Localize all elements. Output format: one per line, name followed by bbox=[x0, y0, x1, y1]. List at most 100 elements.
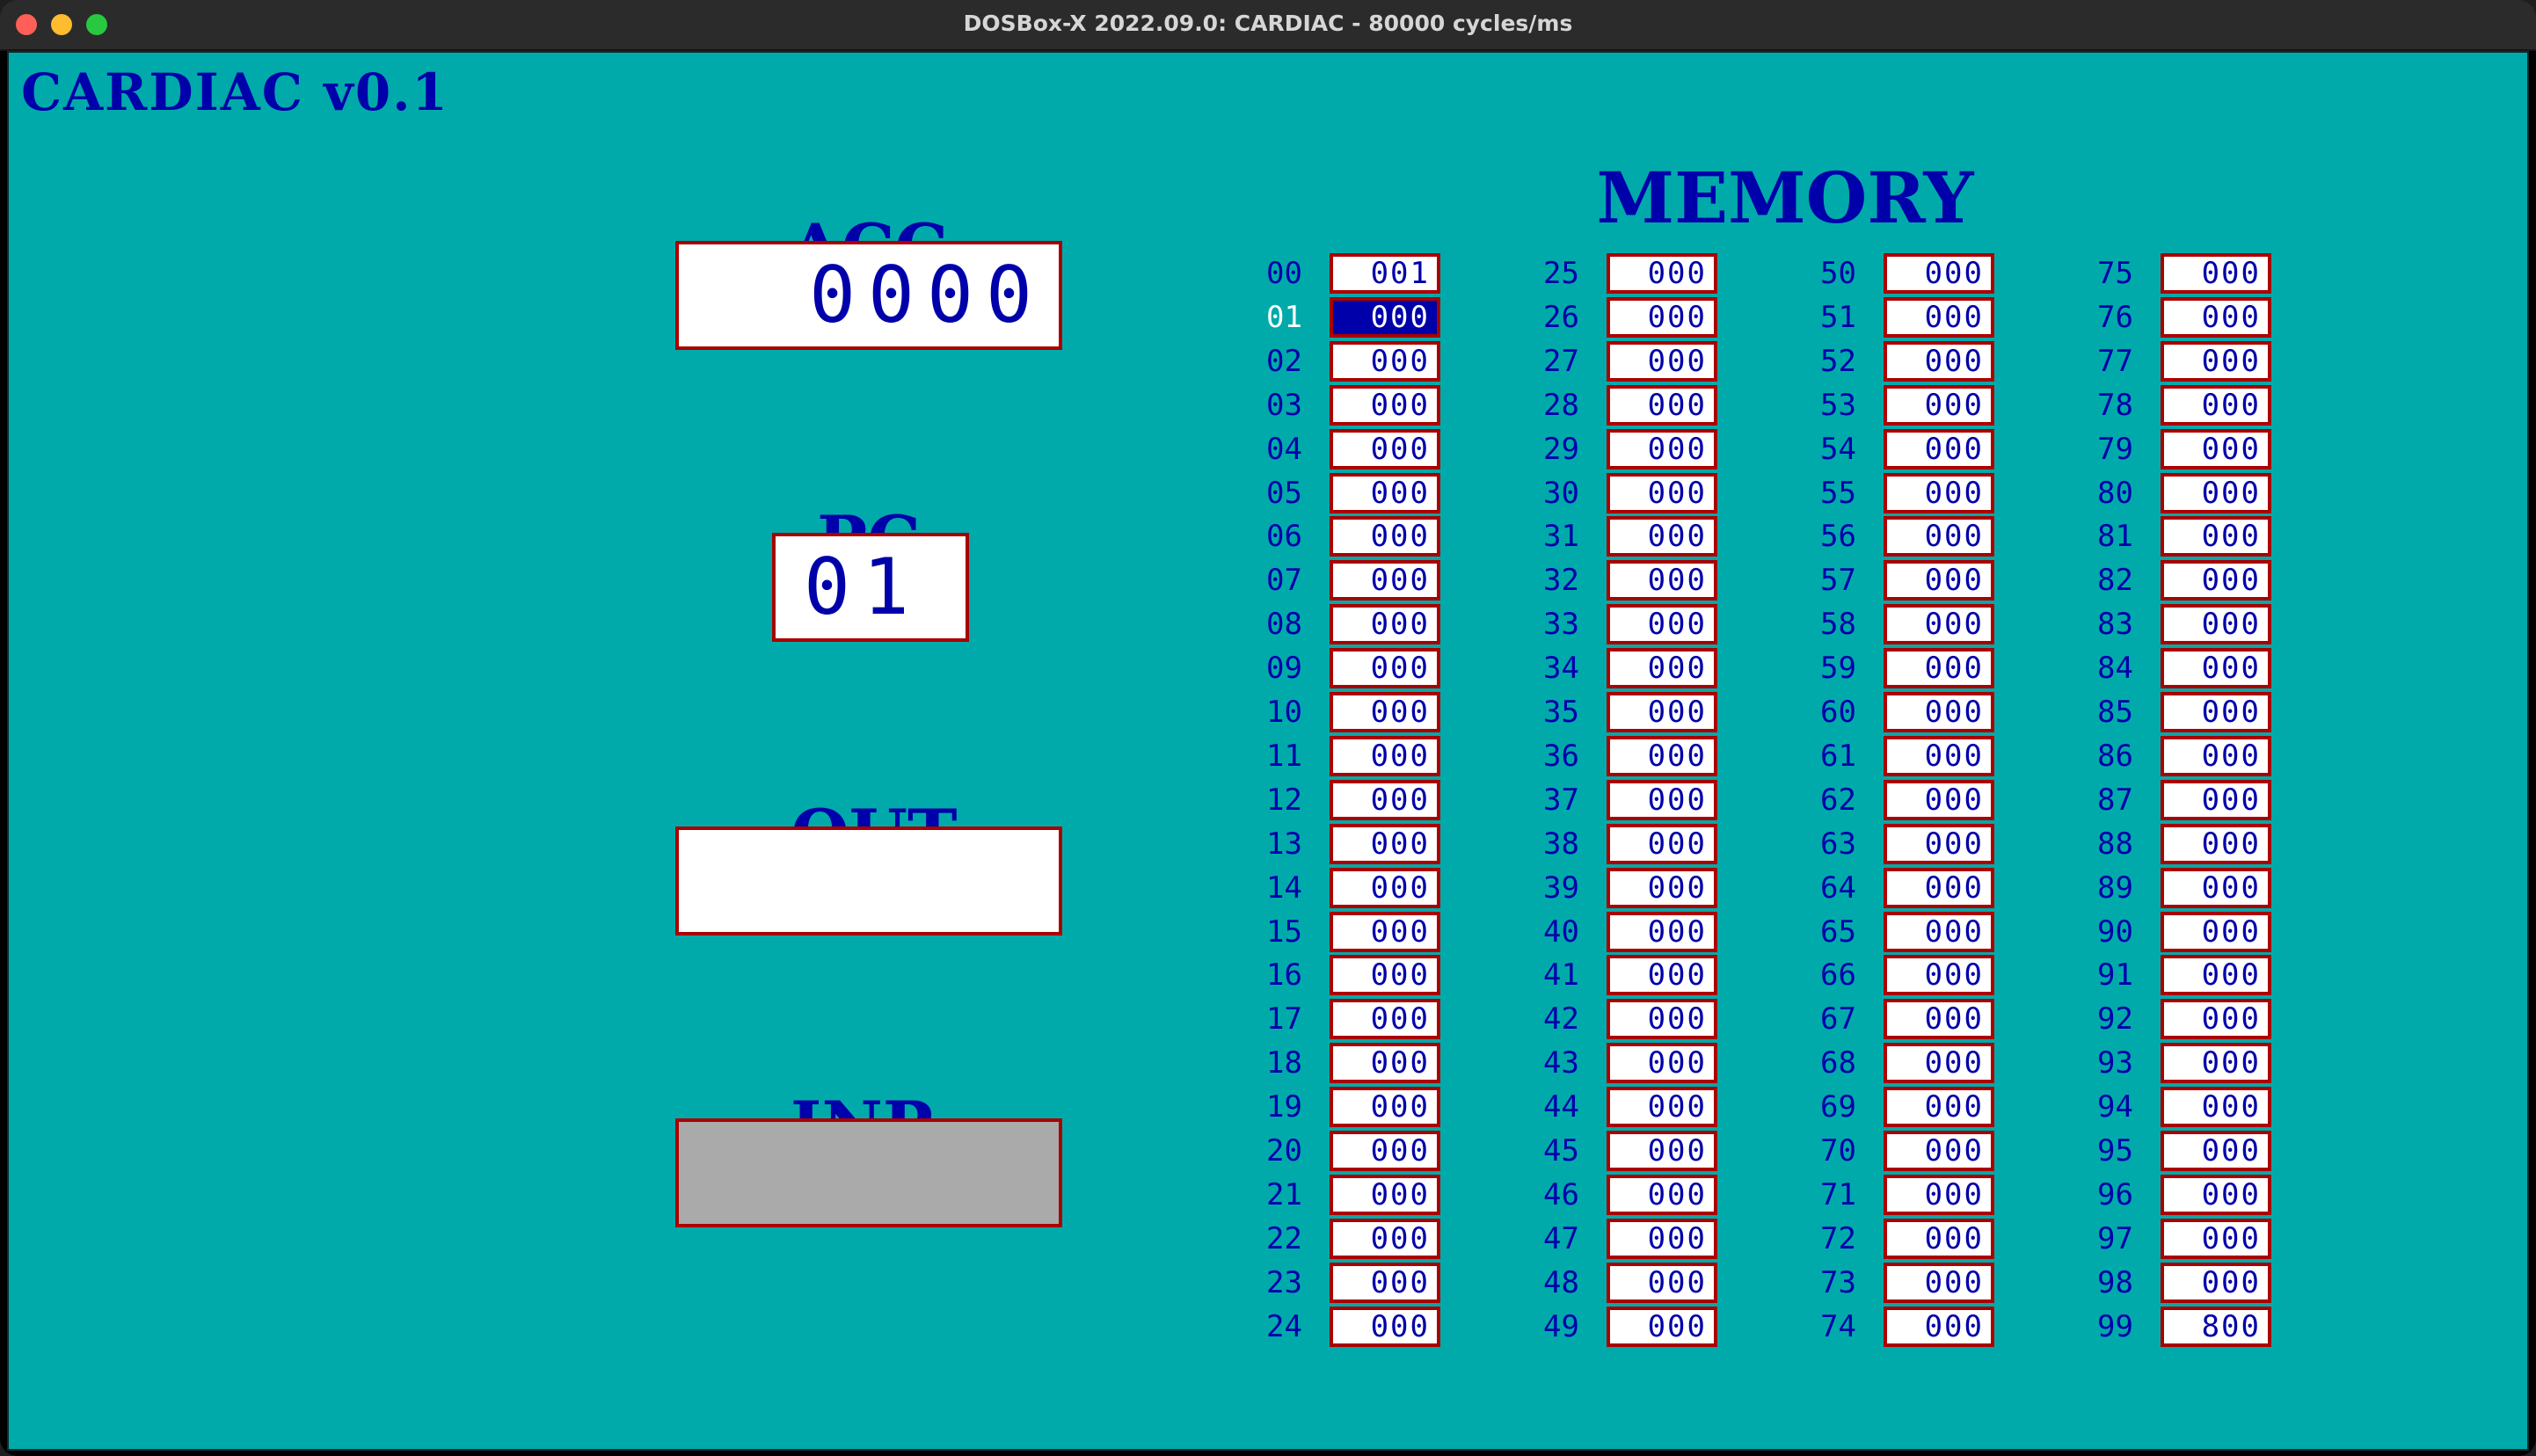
memory-cell[interactable]: 000 bbox=[1884, 867, 1994, 908]
memory-cell[interactable]: 000 bbox=[1607, 1306, 1717, 1347]
memory-cell[interactable]: 000 bbox=[1607, 823, 1717, 864]
memory-cell[interactable]: 000 bbox=[1330, 604, 1440, 645]
memory-cell[interactable]: 000 bbox=[1607, 428, 1717, 470]
memory-cell[interactable]: 000 bbox=[1884, 999, 1994, 1040]
memory-cell[interactable]: 000 bbox=[1607, 1131, 1717, 1171]
memory-cell[interactable]: 000 bbox=[2161, 1174, 2271, 1215]
memory-cell[interactable]: 000 bbox=[1607, 253, 1717, 294]
memory-cell[interactable]: 000 bbox=[1607, 999, 1717, 1040]
memory-cell[interactable]: 000 bbox=[2161, 1218, 2271, 1259]
memory-cell[interactable]: 000 bbox=[1330, 472, 1440, 513]
memory-cell[interactable]: 000 bbox=[1884, 516, 1994, 557]
memory-cell[interactable]: 000 bbox=[1330, 516, 1440, 557]
memory-cell[interactable]: 000 bbox=[1607, 340, 1717, 382]
memory-cell[interactable]: 000 bbox=[1330, 735, 1440, 776]
memory-cell[interactable]: 000 bbox=[1330, 955, 1440, 996]
memory-cell[interactable]: 000 bbox=[2161, 1262, 2271, 1303]
memory-cell[interactable]: 000 bbox=[1884, 779, 1994, 820]
memory-cell[interactable]: 000 bbox=[1330, 1087, 1440, 1128]
memory-cell[interactable]: 000 bbox=[1607, 296, 1717, 338]
memory-cell[interactable]: 000 bbox=[1330, 384, 1440, 426]
memory-cell[interactable]: 000 bbox=[1607, 1087, 1717, 1128]
memory-cell[interactable]: 000 bbox=[2161, 911, 2271, 952]
memory-cell[interactable]: 000 bbox=[2161, 340, 2271, 382]
memory-cell[interactable]: 000 bbox=[1330, 911, 1440, 952]
memory-cell[interactable]: 000 bbox=[1607, 867, 1717, 908]
memory-cell[interactable]: 000 bbox=[2161, 516, 2271, 557]
memory-cell[interactable]: 800 bbox=[2161, 1306, 2271, 1347]
memory-cell[interactable]: 000 bbox=[1884, 1087, 1994, 1128]
memory-cell[interactable]: 000 bbox=[1884, 1218, 1994, 1259]
memory-cell[interactable]: 000 bbox=[1884, 1131, 1994, 1171]
memory-cell[interactable]: 000 bbox=[2161, 779, 2271, 820]
memory-cell[interactable]: 000 bbox=[1884, 560, 1994, 601]
memory-cell[interactable]: 000 bbox=[1607, 955, 1717, 996]
memory-cell[interactable]: 000 bbox=[2161, 384, 2271, 426]
memory-cell[interactable]: 000 bbox=[1884, 296, 1994, 338]
memory-cell[interactable]: 000 bbox=[1330, 1174, 1440, 1215]
memory-cell[interactable]: 000 bbox=[2161, 472, 2271, 513]
memory-cell[interactable]: 000 bbox=[2161, 1087, 2271, 1128]
memory-cell[interactable]: 000 bbox=[1884, 253, 1994, 294]
memory-cell[interactable]: 000 bbox=[1884, 735, 1994, 776]
memory-cell[interactable]: 000 bbox=[2161, 999, 2271, 1040]
memory-cell[interactable]: 000 bbox=[1884, 384, 1994, 426]
memory-cell[interactable]: 000 bbox=[1607, 1174, 1717, 1215]
memory-cell[interactable]: 000 bbox=[2161, 692, 2271, 732]
memory-cell[interactable]: 000 bbox=[1607, 735, 1717, 776]
memory-cell[interactable]: 000 bbox=[1330, 1306, 1440, 1347]
memory-cell[interactable]: 000 bbox=[2161, 735, 2271, 776]
memory-cell[interactable]: 000 bbox=[2161, 428, 2271, 470]
memory-cell[interactable]: 000 bbox=[1607, 692, 1717, 732]
memory-cell[interactable]: 000 bbox=[1884, 955, 1994, 996]
memory-cell[interactable]: 000 bbox=[1330, 1262, 1440, 1303]
memory-cell[interactable]: 000 bbox=[1330, 560, 1440, 601]
memory-cell[interactable]: 000 bbox=[2161, 1131, 2271, 1171]
memory-cell[interactable]: 000 bbox=[1330, 867, 1440, 908]
memory-cell[interactable]: 000 bbox=[1884, 340, 1994, 382]
memory-cell[interactable]: 000 bbox=[1330, 428, 1440, 470]
memory-cell[interactable]: 000 bbox=[2161, 296, 2271, 338]
memory-cell[interactable]: 000 bbox=[1607, 779, 1717, 820]
memory-cell[interactable]: 000 bbox=[2161, 867, 2271, 908]
memory-cell[interactable]: 000 bbox=[1330, 823, 1440, 864]
memory-cell[interactable]: 000 bbox=[1607, 516, 1717, 557]
memory-cell[interactable]: 000 bbox=[1330, 1131, 1440, 1171]
memory-cell[interactable]: 000 bbox=[2161, 823, 2271, 864]
memory-cell[interactable]: 000 bbox=[1884, 472, 1994, 513]
memory-cell[interactable]: 000 bbox=[1884, 692, 1994, 732]
memory-cell[interactable]: 000 bbox=[1884, 1262, 1994, 1303]
memory-cell[interactable]: 000 bbox=[2161, 648, 2271, 689]
memory-cell[interactable]: 000 bbox=[1884, 823, 1994, 864]
memory-cell[interactable]: 000 bbox=[1884, 648, 1994, 689]
memory-cell[interactable]: 000 bbox=[1607, 1043, 1717, 1084]
memory-cell[interactable]: 000 bbox=[1607, 1262, 1717, 1303]
memory-cell[interactable]: 000 bbox=[1884, 911, 1994, 952]
inp-field[interactable] bbox=[675, 1118, 1062, 1227]
memory-cell[interactable]: 000 bbox=[2161, 1043, 2271, 1084]
memory-cell[interactable]: 000 bbox=[1884, 1043, 1994, 1084]
memory-cell[interactable]: 000 bbox=[1607, 911, 1717, 952]
memory-cell[interactable]: 000 bbox=[1884, 1174, 1994, 1215]
memory-cell[interactable]: 000 bbox=[1330, 692, 1440, 732]
memory-cell[interactable]: 000 bbox=[1884, 604, 1994, 645]
memory-cell[interactable]: 000 bbox=[1884, 428, 1994, 470]
memory-cell[interactable]: 000 bbox=[1607, 1218, 1717, 1259]
memory-cell[interactable]: 000 bbox=[1330, 648, 1440, 689]
memory-cell[interactable]: 000 bbox=[1607, 648, 1717, 689]
memory-cell[interactable]: 000 bbox=[2161, 955, 2271, 996]
memory-cell[interactable]: 001 bbox=[1330, 253, 1440, 294]
memory-cell[interactable]: 000 bbox=[2161, 560, 2271, 601]
memory-cell[interactable]: 000 bbox=[1330, 999, 1440, 1040]
memory-cell[interactable]: 000 bbox=[1330, 779, 1440, 820]
memory-cell[interactable]: 000 bbox=[1330, 1043, 1440, 1084]
memory-cell[interactable]: 000 bbox=[2161, 604, 2271, 645]
memory-cell[interactable]: 000 bbox=[1607, 604, 1717, 645]
memory-cell[interactable]: 000 bbox=[1607, 560, 1717, 601]
memory-cell[interactable]: 000 bbox=[1330, 1218, 1440, 1259]
emulator-screen[interactable]: CARDIAC v0.1 ACC 0000 PC 01 OUT INP MEMO… bbox=[7, 51, 2529, 1451]
memory-cell[interactable]: 000 bbox=[1330, 296, 1440, 338]
memory-cell[interactable]: 000 bbox=[1607, 472, 1717, 513]
memory-cell[interactable]: 000 bbox=[1330, 340, 1440, 382]
memory-cell[interactable]: 000 bbox=[1607, 384, 1717, 426]
